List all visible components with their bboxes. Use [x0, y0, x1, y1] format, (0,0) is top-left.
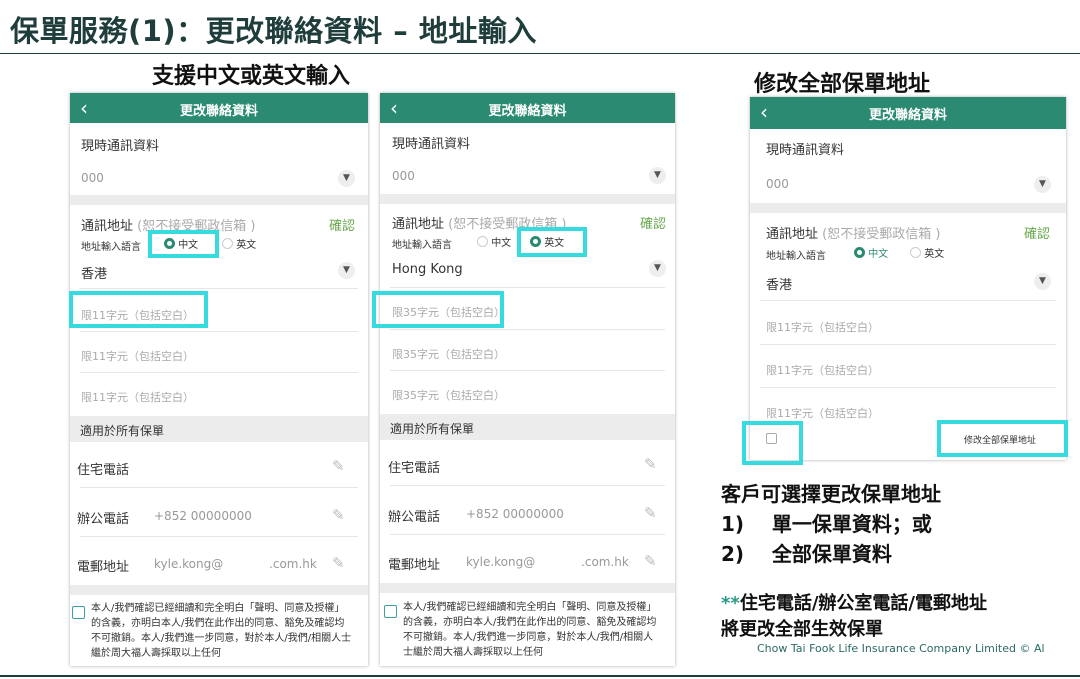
current-info-label: 現時通訊資料 — [81, 139, 160, 154]
confirm-button[interactable]: 確認 — [329, 215, 355, 234]
radio-english[interactable]: 英文 — [222, 236, 256, 251]
phone-screen-modify-all: ‹ 更改聯絡資料 現時通訊資料 000 ▼ 通訊地址 (恕不接受郵政信箱 ) 確… — [750, 97, 1066, 460]
office-phone-label: 辦公電話 — [388, 510, 441, 525]
current-info-value: 000 — [392, 169, 415, 183]
home-phone-label: 住宅電話 — [77, 463, 130, 478]
note-choose-address: 客戶可選擇更改保單地址 — [721, 482, 941, 506]
consent-text: 本人/我們確認已經細讀和完全明白「聲明、同意及授權」的含義，亦明白本人/我們在此… — [403, 602, 657, 658]
chevron-down-icon[interactable]: ▼ — [1034, 176, 1051, 193]
office-phone-input[interactable]: +852 00000000 — [466, 507, 564, 521]
address-line-2-input[interactable]: 限11字元（包括空白） — [766, 362, 879, 378]
language-label: 地址輸入語言 — [81, 242, 141, 253]
highlight-chinese-limit — [69, 291, 208, 328]
edit-icon[interactable]: ✎ — [332, 554, 345, 572]
note-option-all: 2) 全部保單資料 — [721, 542, 892, 566]
radio-unselected-icon — [222, 238, 233, 249]
address-line-1-input[interactable]: 限11字元（包括空白） — [766, 319, 879, 335]
bottom-divider — [0, 675, 1080, 677]
language-label: 地址輸入語言 — [766, 251, 826, 262]
title-divider — [0, 53, 1080, 54]
radio-unselected-icon — [910, 247, 921, 258]
consent-text: 本人/我們確認已經細讀和完全明白「聲明、同意及授權」的含義，亦明白本人/我們在此… — [91, 603, 352, 659]
header-title: 更改聯絡資料 — [488, 104, 567, 119]
email-label: 電郵地址 — [388, 558, 441, 573]
slide-title: 保單服務(1)：更改聯絡資料 – 地址輸入 — [10, 14, 537, 48]
edit-icon[interactable]: ✎ — [332, 457, 345, 475]
edit-icon[interactable]: ✎ — [644, 504, 657, 522]
address-line-3-input[interactable]: 限35字元（包括空白） — [392, 387, 505, 403]
region-select[interactable]: 香港 — [81, 263, 107, 282]
note-phone-email: **住宅電話/辦公室電話/電郵地址 — [721, 593, 987, 614]
phone-screen-chinese: ‹ 更改聯絡資料 現時通訊資料 000 ▼ 通訊地址 (恕不接受郵政信箱 ) 確… — [70, 93, 368, 666]
app-header: ‹ 更改聯絡資料 — [70, 93, 368, 123]
radio-english[interactable]: 英文 — [910, 245, 944, 260]
chevron-down-icon[interactable]: ▼ — [649, 167, 666, 184]
email-input[interactable]: kyle.kong@ .com.hk — [466, 555, 629, 569]
address-line-3-input[interactable]: 限11字元（包括空白） — [766, 405, 879, 421]
address-line-3-input[interactable]: 限11字元（包括空白） — [81, 389, 194, 405]
section-band: 適用於所有保單 — [70, 416, 368, 442]
radio-selected-icon — [854, 247, 865, 258]
edit-icon[interactable]: ✎ — [644, 455, 657, 473]
current-info-value: 000 — [766, 177, 789, 191]
chevron-down-icon[interactable]: ▼ — [338, 262, 355, 279]
caption-modify-all: 修改全部保單地址 — [754, 72, 931, 97]
app-header: ‹ 更改聯絡資料 — [380, 93, 675, 123]
email-input[interactable]: kyle.kong@ .com.hk — [154, 557, 317, 571]
edit-icon[interactable]: ✎ — [644, 552, 657, 570]
note-option-single: 1) 單一保單資料；或 — [721, 512, 932, 536]
highlight-english-radio — [517, 227, 587, 257]
address-line-2-input[interactable]: 限35字元（包括空白） — [392, 346, 505, 362]
office-phone-label: 辦公電話 — [77, 512, 130, 527]
highlight-chinese-radio — [148, 230, 219, 258]
consent-checkbox[interactable] — [384, 605, 397, 618]
radio-unselected-icon — [477, 236, 488, 247]
radio-chinese[interactable]: 中文 — [477, 234, 511, 249]
current-info-label: 現時通訊資料 — [766, 143, 845, 158]
caption-language-support: 支援中文或英文輸入 — [152, 64, 351, 89]
region-select[interactable]: 香港 — [766, 274, 792, 293]
edit-icon[interactable]: ✎ — [332, 506, 345, 524]
current-info-value: 000 — [81, 171, 104, 185]
address-label: 通訊地址 (恕不接受郵政信箱 ) — [766, 227, 941, 242]
header-title: 更改聯絡資料 — [868, 108, 947, 123]
section-band: 適用於所有保單 — [380, 414, 675, 440]
phone-screen-english: ‹ 更改聯絡資料 現時通訊資料 000 ▼ 通訊地址 (恕不接受郵政信箱 ) 確… — [380, 93, 675, 666]
language-label: 地址輸入語言 — [392, 240, 452, 251]
chevron-down-icon[interactable]: ▼ — [338, 170, 355, 187]
copyright-text: Chow Tai Fook Life Insurance Company Lim… — [757, 642, 1045, 655]
section-title: 適用於所有保單 — [390, 422, 475, 436]
highlight-modify-all-checkbox — [742, 421, 803, 465]
current-info-label: 現時通訊資料 — [392, 137, 471, 152]
app-header: ‹ 更改聯絡資料 — [750, 97, 1066, 129]
header-title: 更改聯絡資料 — [179, 104, 258, 119]
highlight-modify-all-label — [937, 420, 1068, 457]
chevron-down-icon[interactable]: ▼ — [1034, 273, 1051, 290]
note-apply-all: 將更改全部生效保單 — [721, 619, 883, 640]
confirm-button[interactable]: 確認 — [1024, 223, 1050, 242]
section-title: 適用於所有保單 — [80, 424, 165, 438]
region-select[interactable]: Hong Kong — [392, 262, 463, 277]
confirm-button[interactable]: 確認 — [640, 213, 666, 232]
highlight-english-limit — [372, 291, 504, 328]
radio-chinese[interactable]: 中文 — [854, 245, 888, 260]
office-phone-input[interactable]: +852 00000000 — [154, 509, 252, 523]
email-label: 電郵地址 — [77, 560, 130, 575]
address-line-2-input[interactable]: 限11字元（包括空白） — [81, 348, 194, 364]
home-phone-label: 住宅電話 — [388, 461, 441, 476]
chevron-down-icon[interactable]: ▼ — [649, 260, 666, 277]
consent-checkbox[interactable] — [72, 606, 85, 619]
